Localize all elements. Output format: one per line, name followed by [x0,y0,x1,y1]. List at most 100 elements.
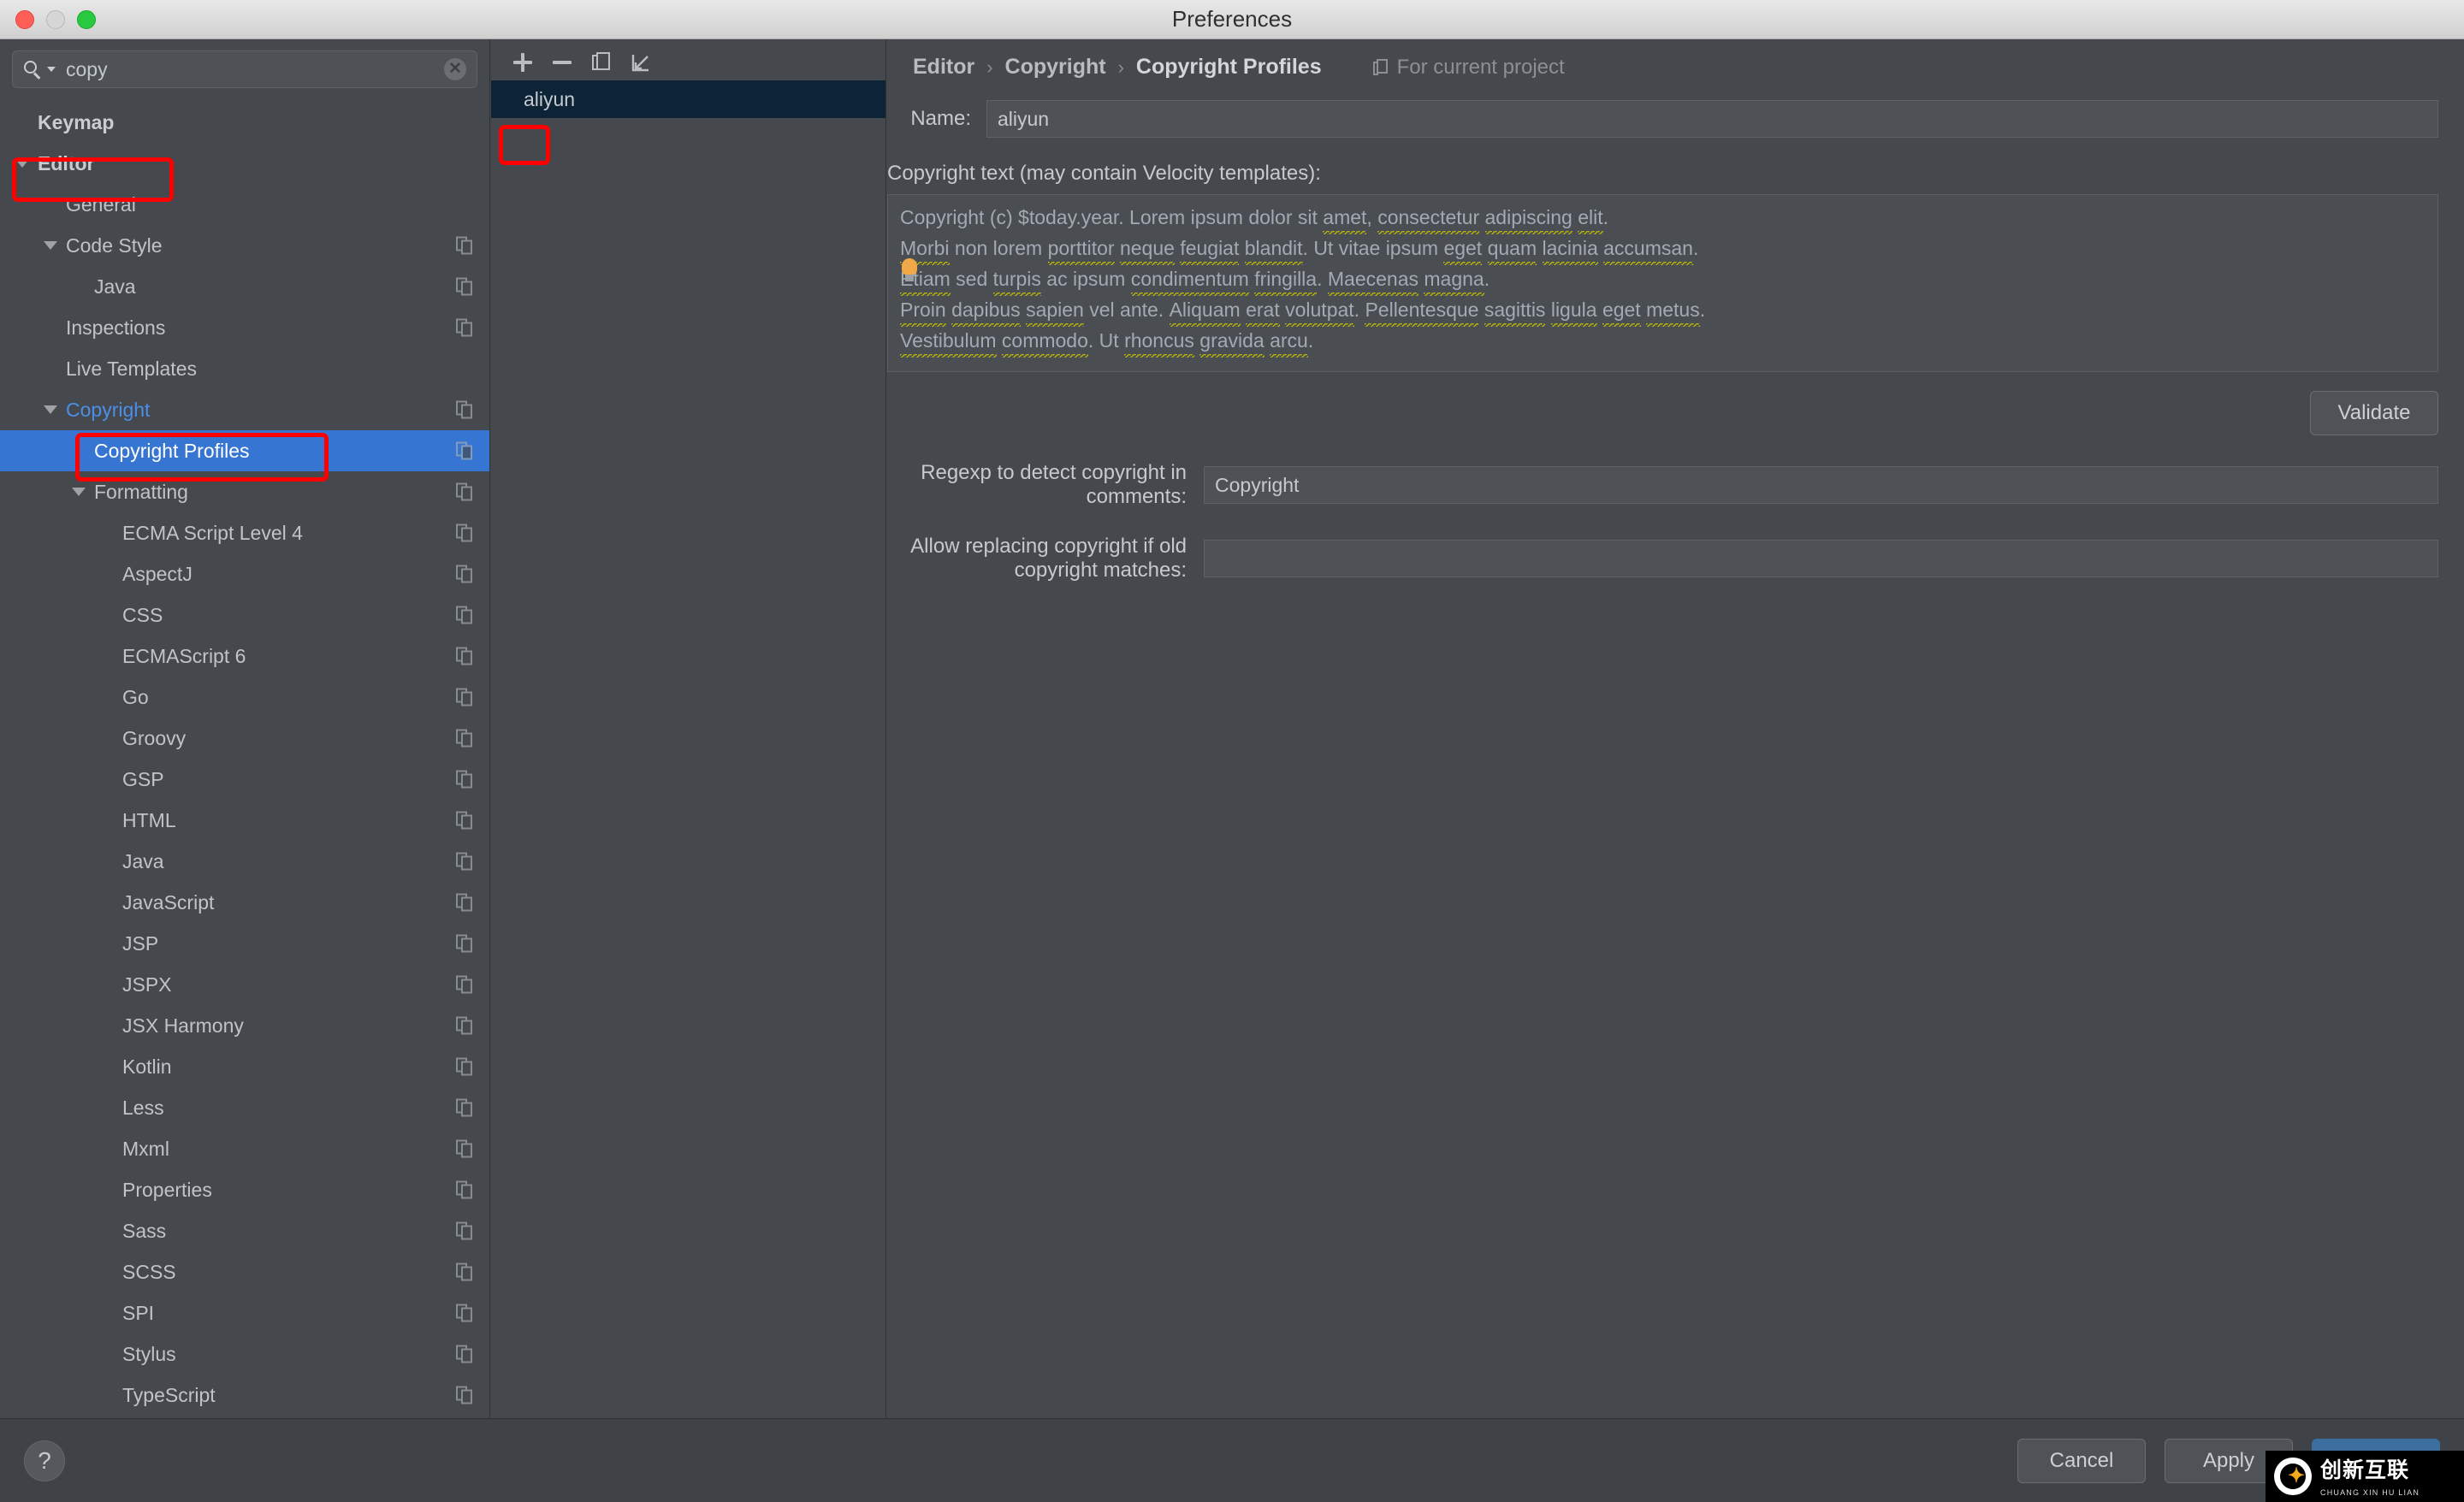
clear-icon[interactable]: ✕ [444,58,466,80]
sidebar-item-groovy[interactable]: Groovy [0,718,489,759]
copy-settings-icon[interactable] [456,1098,472,1117]
copyright-text-line: Etiam sed turpis ac ipsum condimentum fr… [900,265,2426,296]
sidebar-item-jsx-harmony[interactable]: JSX Harmony [0,1005,489,1046]
copy-settings-icon[interactable] [456,852,472,871]
sidebar-item-spi[interactable]: SPI [0,1292,489,1333]
import-profile-button[interactable] [621,45,660,80]
copy-settings-icon[interactable] [456,1345,472,1363]
chevron-down-icon[interactable] [44,405,57,414]
sidebar-item-inspections[interactable]: Inspections [0,307,489,348]
sidebar-item-label: Live Templates [66,357,197,380]
copy-settings-icon[interactable] [456,1304,472,1322]
sidebar-item-less[interactable]: Less [0,1087,489,1128]
sidebar-item-label: Copyright [66,398,151,421]
profiles-list[interactable]: aliyun [491,80,886,118]
copy-settings-icon[interactable] [456,1221,472,1240]
sidebar-item-kotlin[interactable]: Kotlin [0,1046,489,1087]
copy-settings-icon[interactable] [456,482,472,501]
copy-settings-icon[interactable] [456,606,472,624]
copy-settings-icon[interactable] [456,400,472,419]
sidebar-item-jsp[interactable]: JSP [0,923,489,964]
lightbulb-icon[interactable] [900,258,919,282]
search-icon [23,60,42,80]
allow-replace-field[interactable] [1204,540,2438,577]
sidebar-item-keymap[interactable]: Keymap [0,102,489,143]
sidebar-item-scss[interactable]: SCSS [0,1251,489,1292]
help-button[interactable]: ? [24,1440,65,1481]
sidebar-item-stylus[interactable]: Stylus [0,1333,489,1375]
breadcrumb-separator-icon: › [986,56,993,78]
copy-settings-icon[interactable] [456,688,472,707]
cancel-button[interactable]: Cancel [2017,1438,2146,1483]
chevron-down-icon[interactable] [15,159,29,168]
copy-settings-icon[interactable] [456,811,472,830]
sidebar-item-css[interactable]: CSS [0,594,489,636]
traffic-lights [15,10,96,29]
sidebar-item-general[interactable]: General [0,184,489,225]
sidebar-item-gsp[interactable]: GSP [0,759,489,800]
copy-settings-icon[interactable] [456,1139,472,1158]
chevron-down-icon[interactable] [47,67,56,72]
duplicate-profile-button[interactable] [582,45,621,80]
sidebar-item-html[interactable]: HTML [0,800,489,841]
sidebar-item-label: Mxml [122,1137,169,1160]
sidebar-item-code-style[interactable]: Code Style [0,225,489,266]
regexp-field[interactable]: Copyright [1204,466,2438,504]
copy-settings-icon[interactable] [456,1180,472,1199]
zoom-button[interactable] [77,10,96,29]
name-field[interactable]: aliyun [986,100,2438,138]
sidebar-item-mxml[interactable]: Mxml [0,1128,489,1169]
close-button[interactable] [15,10,34,29]
copy-settings-icon[interactable] [456,1386,472,1404]
sidebar-item-aspectj[interactable]: AspectJ [0,553,489,594]
sidebar-item-typescript[interactable]: TypeScript [0,1375,489,1416]
sidebar-item-label: AspectJ [122,562,192,585]
breadcrumb-part-copyright[interactable]: Copyright [1005,55,1106,80]
sidebar-item-label: Kotlin [122,1055,172,1078]
sidebar-item-properties[interactable]: Properties [0,1169,489,1210]
sidebar-item-ecmascript-6[interactable]: ECMAScript 6 [0,636,489,677]
sidebar-item-live-templates[interactable]: Live Templates [0,348,489,389]
copy-settings-icon[interactable] [456,1016,472,1035]
profile-list-item[interactable]: aliyun [491,80,886,118]
sidebar-item-go[interactable]: Go [0,677,489,718]
sidebar-item-sass[interactable]: Sass [0,1210,489,1251]
copy-settings-icon[interactable] [456,893,472,912]
copy-settings-icon[interactable] [456,277,472,296]
scope-indicator: For current project [1372,56,1565,80]
minimize-button[interactable] [46,10,65,29]
copy-settings-icon[interactable] [456,441,472,460]
copy-settings-icon[interactable] [456,975,472,994]
copy-settings-icon[interactable] [456,1057,472,1076]
validate-button[interactable]: Validate [2310,391,2438,435]
copy-settings-icon[interactable] [456,523,472,542]
copy-settings-icon[interactable] [456,770,472,789]
sidebar-item-jspx[interactable]: JSPX [0,964,489,1005]
chevron-down-icon[interactable] [72,488,86,496]
sidebar-item-editor[interactable]: Editor [0,143,489,184]
copy-settings-icon[interactable] [456,565,472,583]
sidebar-item-formatting[interactable]: Formatting [0,471,489,512]
copy-settings-icon[interactable] [456,1263,472,1281]
search-input[interactable]: copy ✕ [12,50,477,88]
copy-settings-icon[interactable] [456,934,472,953]
sidebar-item-label: Go [122,685,149,708]
add-profile-button[interactable] [503,45,542,80]
sidebar-item-ecma-script-level-4[interactable]: ECMA Script Level 4 [0,512,489,553]
copy-settings-icon[interactable] [456,236,472,255]
sidebar-item-java[interactable]: Java [0,266,489,307]
copy-settings-icon[interactable] [456,318,472,337]
sidebar-item-java[interactable]: Java [0,841,489,882]
copy-icon [592,52,611,73]
chevron-down-icon[interactable] [44,241,57,250]
copy-settings-icon[interactable] [456,729,472,748]
remove-profile-button[interactable] [542,45,582,80]
breadcrumb-part-editor[interactable]: Editor [913,55,974,80]
search-input-value: copy [66,57,108,80]
sidebar-item-javascript[interactable]: JavaScript [0,882,489,923]
copy-settings-icon[interactable] [456,647,472,665]
sidebar-item-label: Java [122,849,164,872]
copyright-text-editor[interactable]: Copyright (c) $today.year. Lorem ipsum d… [887,194,2438,372]
sidebar-item-copyright-profiles[interactable]: Copyright Profiles [0,430,489,471]
sidebar-item-copyright[interactable]: Copyright [0,389,489,430]
